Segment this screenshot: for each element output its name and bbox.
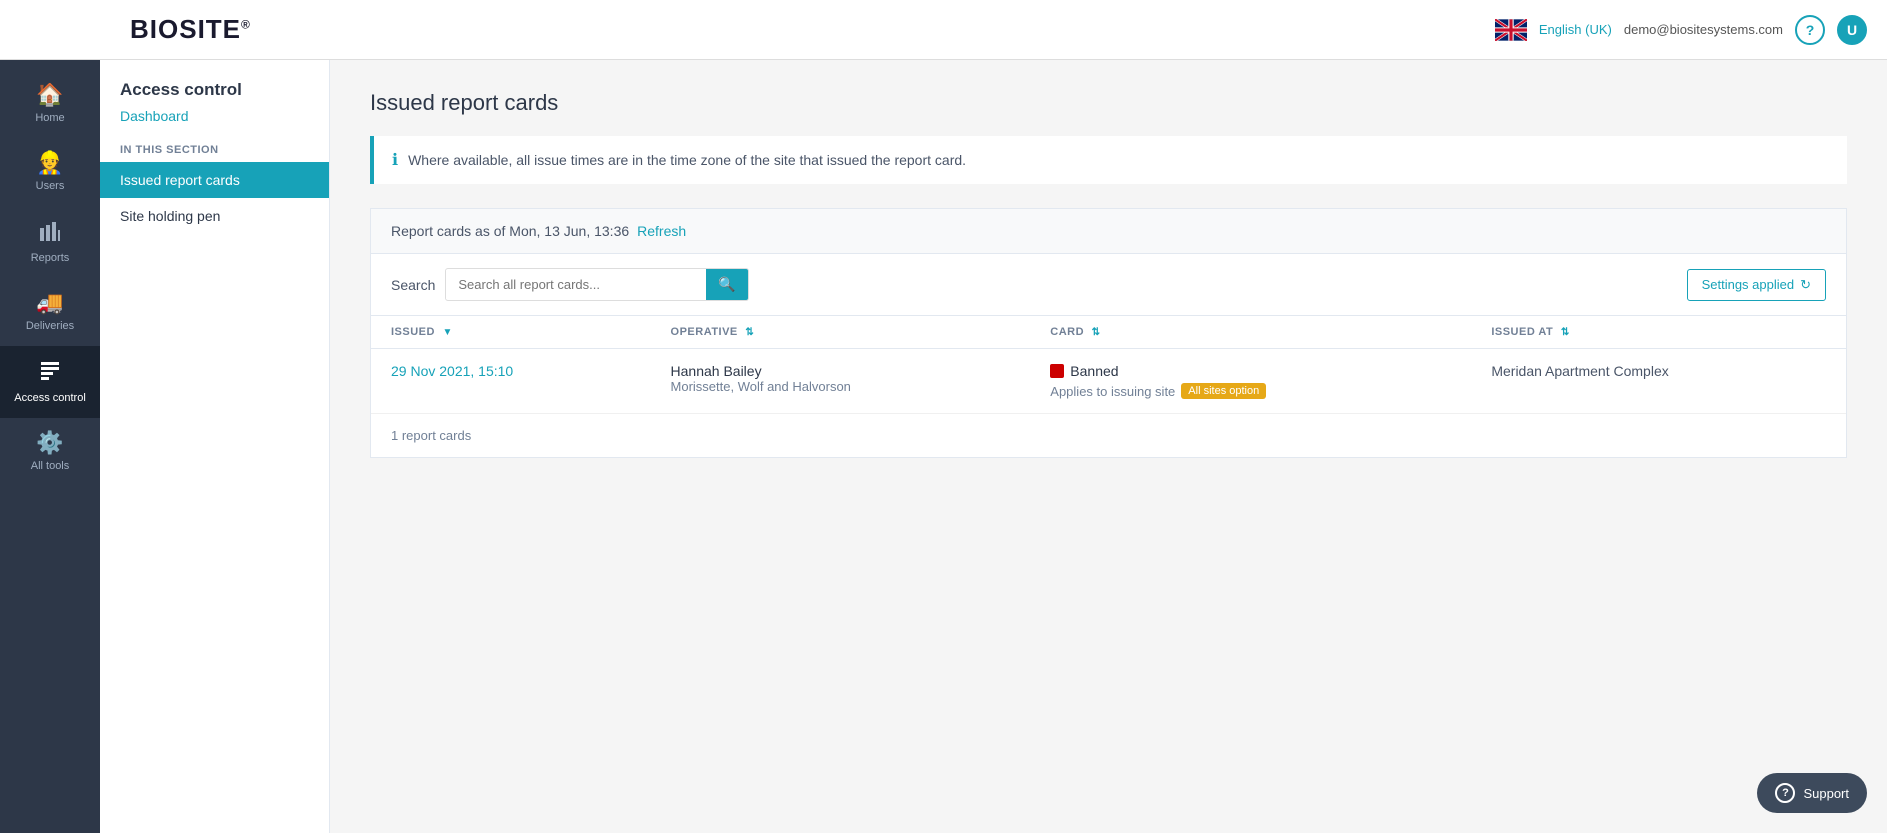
sidebar-label-deliveries: Deliveries: [26, 320, 74, 332]
content-area: Issued report cards ℹ Where available, a…: [330, 60, 1887, 833]
sidebar-item-access-control[interactable]: Access control: [0, 346, 100, 418]
report-cards-header: Report cards as of Mon, 13 Jun, 13:36 Re…: [371, 209, 1846, 254]
search-left: Search 🔍: [391, 268, 749, 301]
search-label: Search: [391, 277, 435, 293]
help-button[interactable]: ?: [1795, 15, 1825, 45]
deliveries-icon: 🚚: [36, 292, 63, 314]
sidebar-label-home: Home: [35, 112, 64, 124]
language-selector[interactable]: English (UK): [1539, 22, 1612, 37]
col-issued-at[interactable]: ISSUED AT ⇅: [1471, 316, 1846, 349]
report-cards-section: Report cards as of Mon, 13 Jun, 13:36 Re…: [370, 208, 1847, 458]
card-label: Banned: [1070, 363, 1118, 379]
sidebar-item-home[interactable]: 🏠 Home: [0, 70, 100, 138]
flag-icon: [1495, 19, 1527, 41]
access-control-icon: [39, 360, 61, 386]
refresh-link[interactable]: Refresh: [637, 223, 686, 239]
support-icon: ?: [1775, 783, 1795, 803]
issued-sort-icon: ▼: [443, 327, 453, 338]
cell-operative: Hannah Bailey Morissette, Wolf and Halvo…: [651, 349, 1031, 414]
sidebar-label-access-control: Access control: [14, 392, 86, 404]
search-input[interactable]: [446, 270, 706, 299]
sub-nav-dashboard-link[interactable]: Dashboard: [100, 104, 329, 128]
main-layout: 🏠 Home 👷 Users Reports 🚚 Deliveries: [0, 60, 1887, 833]
cell-issued-at: Meridan Apartment Complex: [1471, 349, 1846, 414]
sidebar-item-users[interactable]: 👷 Users: [0, 138, 100, 206]
sub-nav-item-site-holding-pen[interactable]: Site holding pen: [100, 198, 329, 234]
sidebar: 🏠 Home 👷 Users Reports 🚚 Deliveries: [0, 60, 100, 833]
info-message: Where available, all issue times are in …: [408, 152, 966, 168]
sidebar-item-all-tools[interactable]: ⚙️ All tools: [0, 418, 100, 486]
sub-nav-section-label: IN THIS SECTION: [100, 128, 329, 162]
page-title: Issued report cards: [370, 90, 1847, 116]
sub-nav-item-issued-report-cards[interactable]: Issued report cards: [100, 162, 329, 198]
logo-text: BIOSITE®: [130, 14, 251, 45]
search-row: Search 🔍 Settings applied ↻: [371, 254, 1846, 316]
users-icon: 👷: [36, 152, 63, 174]
cell-card: Banned Applies to issuing site All sites…: [1030, 349, 1471, 414]
operative-name: Hannah Bailey: [671, 363, 1011, 379]
all-sites-badge: All sites option: [1181, 383, 1266, 399]
sub-nav: Access control Dashboard IN THIS SECTION…: [100, 60, 330, 833]
reports-icon: [39, 220, 61, 246]
settings-applied-button[interactable]: Settings applied ↻: [1687, 269, 1826, 301]
sidebar-label-reports: Reports: [31, 252, 70, 264]
info-icon: ℹ: [392, 150, 398, 170]
card-sort-icon: ⇅: [1092, 327, 1101, 338]
support-button[interactable]: ? Support: [1757, 773, 1867, 813]
table-body: 29 Nov 2021, 15:10 Hannah Bailey Morisse…: [371, 349, 1846, 414]
issued-at-sort-icon: ⇅: [1561, 327, 1570, 338]
table-row: 29 Nov 2021, 15:10 Hannah Bailey Morisse…: [371, 349, 1846, 414]
cell-issued-date: 29 Nov 2021, 15:10: [371, 349, 651, 414]
home-icon: 🏠: [36, 84, 63, 106]
report-table: ISSUED ▼ OPERATIVE ⇅ CARD ⇅ ISSUED AT: [371, 316, 1846, 414]
logo-reg: ®: [241, 17, 251, 31]
card-applies: Applies to issuing site All sites option: [1050, 383, 1451, 399]
report-cards-timestamp: Report cards as of Mon, 13 Jun, 13:36: [391, 223, 629, 239]
logo-area: BIOSITE®: [130, 14, 251, 45]
table-header: ISSUED ▼ OPERATIVE ⇅ CARD ⇅ ISSUED AT: [371, 316, 1846, 349]
settings-refresh-icon: ↻: [1800, 277, 1811, 293]
support-label: Support: [1803, 786, 1849, 801]
search-button[interactable]: 🔍: [706, 269, 747, 300]
logo-name: BIOSITE: [130, 14, 241, 44]
operative-sort-icon: ⇅: [745, 327, 754, 338]
user-button[interactable]: U: [1837, 15, 1867, 45]
col-operative[interactable]: OPERATIVE ⇅: [651, 316, 1031, 349]
settings-btn-label: Settings applied: [1702, 277, 1795, 292]
top-header: BIOSITE® English (UK) demo@biositesystem…: [0, 0, 1887, 60]
col-card[interactable]: CARD ⇅: [1030, 316, 1471, 349]
all-tools-icon: ⚙️: [36, 432, 63, 454]
report-count: 1 report cards: [371, 414, 1846, 457]
sidebar-label-users: Users: [36, 180, 65, 192]
card-applies-text: Applies to issuing site: [1050, 384, 1175, 399]
issued-date-link[interactable]: 29 Nov 2021, 15:10: [391, 363, 513, 379]
card-color-dot: [1050, 364, 1064, 378]
user-email: demo@biositesystems.com: [1624, 22, 1783, 37]
operative-company: Morissette, Wolf and Halvorson: [671, 379, 1011, 394]
sub-nav-title: Access control: [100, 80, 329, 104]
search-input-wrap: 🔍: [445, 268, 748, 301]
sidebar-item-deliveries[interactable]: 🚚 Deliveries: [0, 278, 100, 346]
card-status: Banned: [1050, 363, 1451, 379]
issued-at-value: Meridan Apartment Complex: [1491, 363, 1668, 379]
sidebar-label-all-tools: All tools: [31, 460, 70, 472]
col-issued[interactable]: ISSUED ▼: [371, 316, 651, 349]
info-box: ℹ Where available, all issue times are i…: [370, 136, 1847, 184]
sidebar-item-reports[interactable]: Reports: [0, 206, 100, 278]
header-right: English (UK) demo@biositesystems.com ? U: [1495, 15, 1867, 45]
